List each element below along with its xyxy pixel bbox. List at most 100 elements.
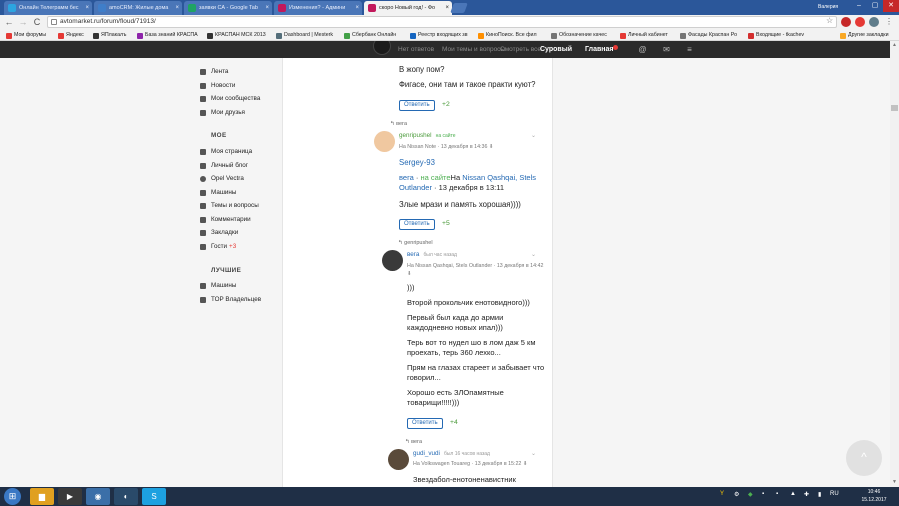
tab-amocrm[interactable]: amoCRM: Жилые дома × <box>94 1 182 15</box>
close-tab-icon[interactable]: × <box>445 1 449 15</box>
sidebar-item-top-owners[interactable]: ТОР Владельцев <box>199 294 261 306</box>
reply-button[interactable]: Ответить <box>399 219 435 230</box>
media-icon[interactable]: ▶ <box>58 488 82 505</box>
app-tray-icon[interactable]: ◆ <box>748 491 753 498</box>
sidebar-item-news[interactable]: Новости <box>199 80 235 92</box>
sidebar-item-opel-vectra[interactable]: Opel Vectra <box>199 173 244 185</box>
close-tab-icon[interactable]: × <box>265 1 269 15</box>
chrome-icon[interactable]: ◉ <box>86 488 110 505</box>
sidebar-item-bookmarks[interactable]: Закладки <box>199 227 238 239</box>
tab-telegram[interactable]: Онлайн Телеграмм бес × <box>4 1 92 15</box>
car-link[interactable]: Nissan Qashqai, Stels Outlander <box>415 263 492 269</box>
bookmark-item[interactable]: Фасады Краспан Ро <box>680 30 737 41</box>
bookmark-item[interactable]: База знаний КРАСПА <box>137 30 198 41</box>
yandex-tray-icon[interactable]: Y <box>720 491 724 497</box>
sidebar-item-comments[interactable]: Комментарии <box>199 214 251 226</box>
sidebar-item-topics[interactable]: Темы и вопросы <box>199 200 259 212</box>
network-tray-icon[interactable]: ✚ <box>804 491 809 498</box>
bookmark-item[interactable]: Обозначение качес <box>551 30 607 41</box>
extension-notification-icon[interactable] <box>855 17 865 27</box>
comment-author[interactable]: genripushel на сайте <box>399 132 456 139</box>
bookmark-item[interactable]: Dashboard | Mesterk <box>276 30 333 41</box>
download-icon[interactable]: ⬇ <box>489 144 493 150</box>
chevron-down-icon[interactable]: ⌄ <box>531 251 536 258</box>
tab-admin[interactable]: Изменения? - Админи × <box>274 1 362 15</box>
header-link-faded[interactable]: Нет ответов <box>398 41 434 58</box>
bookmark-item[interactable]: КиноПоиск. Все фил <box>478 30 537 41</box>
mail-icon[interactable]: ✉ <box>662 45 671 54</box>
scroll-thumb[interactable] <box>891 105 898 111</box>
header-user-link[interactable]: Суровый <box>540 41 572 58</box>
reply-button[interactable]: Ответить <box>399 100 435 111</box>
bookmark-item[interactable]: Сбербанк Онлайн <box>344 30 396 41</box>
close-tab-icon[interactable]: × <box>85 1 89 15</box>
tab-forum-active[interactable]: скоро Новый год! - Фо × <box>364 1 452 15</box>
address-bar[interactable]: avtomarket.ru/forum/floud/71913/ <box>47 16 837 28</box>
bookmark-item[interactable]: ЯПлакалъ <box>93 30 126 41</box>
scroll-to-top-button[interactable]: ^ <box>846 440 882 476</box>
minimize-button[interactable]: – <box>851 0 867 12</box>
car-link[interactable]: Volkswagen Touareg <box>421 461 470 467</box>
volume-tray-icon[interactable]: ▮ <box>818 491 821 498</box>
extension-icon[interactable] <box>869 17 879 27</box>
settings-tray-icon[interactable]: ⚙ <box>734 491 739 498</box>
sidebar-item-blog[interactable]: Личный блог <box>199 160 248 172</box>
show-hidden-icons[interactable]: ▲ <box>790 491 796 497</box>
avatar[interactable] <box>388 449 409 470</box>
chevron-down-icon[interactable]: ⌄ <box>531 132 536 139</box>
reply-to-link[interactable]: ↰ genripushel <box>398 240 433 246</box>
page-scrollbar[interactable]: ▲ ▼ <box>890 41 899 487</box>
chevron-down-icon[interactable]: ⌄ <box>531 450 536 457</box>
avatar[interactable] <box>382 250 403 271</box>
network-icon[interactable]: ◐ <box>114 488 138 505</box>
profile-button[interactable]: Валерия <box>818 2 850 12</box>
bookmark-item[interactable]: Реестр входящих зв <box>410 30 468 41</box>
sidebar-item-guests[interactable]: Гости +3 <box>199 241 236 253</box>
maximize-button[interactable]: ▢ <box>867 0 883 12</box>
sidebar-item-friends[interactable]: Мои друзья <box>199 107 245 119</box>
sidebar-item-my-page[interactable]: Моя страница <box>199 146 252 158</box>
reply-button[interactable]: Ответить <box>407 418 443 429</box>
bookmark-star-icon[interactable]: ☆ <box>826 16 833 25</box>
other-bookmarks[interactable]: Другие закладки <box>840 30 889 41</box>
language-indicator[interactable]: RU <box>830 491 839 497</box>
back-button[interactable]: ← <box>3 16 15 28</box>
bookmark-item[interactable]: Яндекс <box>58 30 84 41</box>
bookmark-item[interactable]: Входящие - tkachev <box>748 30 804 41</box>
header-main-link[interactable]: Главная <box>585 41 613 58</box>
close-tab-icon[interactable]: × <box>175 1 179 15</box>
tab-google-sheets[interactable]: заявки СА - Google Tab × <box>184 1 272 15</box>
reload-button[interactable]: C <box>31 16 43 28</box>
header-link-faded[interactable]: Мои темы и вопросы <box>442 41 505 58</box>
car-link[interactable]: Nissan Note <box>407 144 436 150</box>
scroll-down-icon[interactable]: ▼ <box>891 479 898 485</box>
page-info-icon[interactable] <box>51 19 57 25</box>
sidebar-item-feed[interactable]: Лента <box>199 66 228 78</box>
close-window-button[interactable]: ✕ <box>883 0 899 12</box>
clock[interactable]: 10:46 15.12.2017 <box>858 488 890 504</box>
close-tab-icon[interactable]: × <box>355 1 359 15</box>
download-icon[interactable]: ⬇ <box>407 271 411 277</box>
comment-author[interactable]: gudi_vudi был 16 часов назад <box>413 450 490 457</box>
skype-icon[interactable]: S <box>142 488 166 505</box>
comment-author[interactable]: вега был час назад <box>407 251 457 258</box>
reply-to-link[interactable]: ↰ вега <box>405 439 422 445</box>
nested-user-link[interactable]: вега <box>399 173 414 182</box>
tray-icon[interactable]: ▪ <box>776 491 778 497</box>
forward-button[interactable]: → <box>17 16 29 28</box>
menu-icon[interactable]: ⋮ <box>883 16 895 28</box>
header-link-faded[interactable]: Смотреть все <box>500 41 541 58</box>
tray-icon[interactable]: ▪ <box>762 491 764 497</box>
scroll-up-icon[interactable]: ▲ <box>891 42 898 48</box>
avatar[interactable] <box>374 131 395 152</box>
bookmark-item[interactable]: КРАСПАН МСК 2013 <box>207 30 266 41</box>
reply-to-link[interactable]: ↰ вега <box>390 121 407 127</box>
bookmark-item[interactable]: Личный кабинет <box>620 30 668 41</box>
download-icon[interactable]: ⬇ <box>523 461 527 467</box>
sidebar-item-communities[interactable]: Мои сообщества <box>199 93 260 105</box>
start-button[interactable]: ⊞ <box>4 488 21 505</box>
header-avatar[interactable] <box>373 41 391 55</box>
explorer-icon[interactable]: ▆ <box>30 488 54 505</box>
menu-hamburger-icon[interactable]: ≡ <box>685 45 694 54</box>
quoted-user-link[interactable]: Sergey-93 <box>399 158 435 168</box>
